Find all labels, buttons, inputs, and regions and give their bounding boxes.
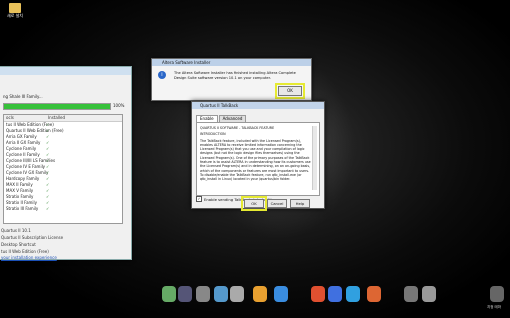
installer-window: ng Shale III Family... 100% ocls Install… (0, 66, 132, 260)
folder-icon[interactable] (367, 286, 381, 302)
talkback-scrollbar[interactable] (312, 126, 317, 190)
talkback-cancel-button[interactable]: Cancel (267, 199, 287, 208)
folder-icon (9, 3, 21, 13)
enable-talkback-checkbox[interactable]: ✓ (196, 196, 202, 202)
talkback-enable-row[interactable]: ✓ Enable sending TalkBack data to Altera (196, 196, 278, 202)
progress-percent: 100% (113, 103, 125, 108)
talkback-subheading: INTRODUCTION (200, 132, 226, 137)
dialog-ok-button[interactable]: OK (275, 83, 305, 99)
install-progress-bar (3, 103, 111, 110)
installer-titlebar[interactable] (0, 67, 131, 75)
progress-fill (4, 104, 110, 109)
feedback-link[interactable]: your installation experience (1, 255, 57, 260)
installer-status-text: ng Shale III Family... (3, 94, 43, 99)
col-status: Installed (48, 115, 66, 120)
ie-icon[interactable] (253, 286, 267, 302)
desktop-folder-label: 새로 설치 (7, 13, 23, 18)
tab-enable[interactable]: Enable (196, 115, 218, 122)
installer-complete-dialog: Altera Software Installer i The Altera S… (151, 58, 312, 101)
info-icon: i (158, 71, 166, 79)
list-item-label: Stratix III Family (6, 206, 39, 211)
photoshop-icon[interactable] (230, 286, 244, 302)
talkback-title[interactable]: Quartus II TalkBack (192, 102, 324, 109)
desktop-folder[interactable]: 새로 설치 (4, 3, 26, 19)
tab-advanced[interactable]: Advanced (218, 115, 247, 122)
recycle-bin-icon[interactable] (490, 286, 504, 302)
media-icon[interactable] (214, 286, 228, 302)
talkback-help-button[interactable]: Help (290, 199, 310, 208)
footer-line: Quartus II Subscription License (1, 235, 64, 240)
col-name: ocls (6, 115, 14, 120)
footer-line: Desktop Shortcut (1, 242, 36, 247)
dialog-title[interactable]: Altera Software Installer (152, 59, 311, 66)
dialog-message: The Altera Software Installer has finish… (174, 71, 296, 80)
talkback-tabs: Enable Advanced (196, 115, 247, 122)
messenger-icon[interactable] (311, 286, 325, 302)
game-icon[interactable] (162, 286, 176, 302)
install-list: ocls Installed tus II Web Edition (Free)… (3, 114, 123, 224)
tools-icon[interactable] (404, 286, 418, 302)
firefox-icon[interactable] (274, 286, 288, 302)
network-icon[interactable] (178, 286, 192, 302)
talkback-heading: QUARTUS II SOFTWARE - TALKBACK FEATURE (200, 126, 275, 130)
check-icon: ✓ (46, 206, 50, 211)
talkback-window: Quartus II TalkBack Enable Advanced QUAR… (191, 101, 325, 209)
talkback-paragraph: The TalkBack feature, included with the … (200, 138, 311, 182)
monitor-icon[interactable] (422, 286, 436, 302)
talkback-ok-button[interactable]: OK (241, 196, 267, 211)
list-item: Stratix III Family ✓ (4, 206, 122, 212)
recycle-bin-label: 지정 테마 (487, 305, 501, 309)
footer-line: tus II Web Edition (Free) (1, 249, 49, 254)
browser-icon[interactable] (346, 286, 360, 302)
talkback-text: QUARTUS II SOFTWARE - TALKBACK FEATURE I… (200, 126, 311, 190)
chrome2-icon[interactable] (328, 286, 342, 302)
talkback-panel: QUARTUS II SOFTWARE - TALKBACK FEATURE I… (196, 122, 320, 196)
footer-line: Quartus II 10.1 (1, 228, 31, 233)
install-list-header: ocls Installed (4, 115, 122, 122)
chrome-icon[interactable] (196, 286, 210, 302)
